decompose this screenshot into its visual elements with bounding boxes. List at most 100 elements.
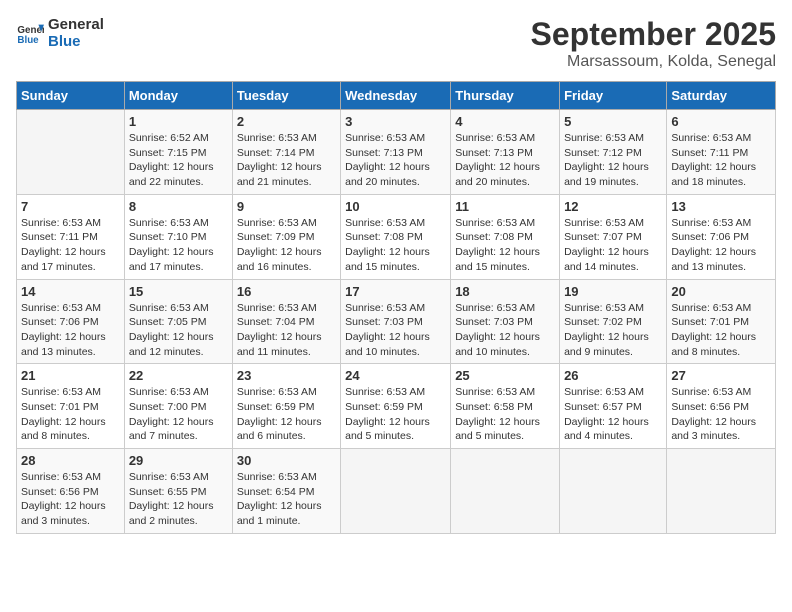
calendar-cell: 13 Sunrise: 6:53 AMSunset: 7:06 PMDayligh… — [667, 194, 776, 279]
day-number: 24 — [345, 368, 446, 383]
day-info: Sunrise: 6:53 AMSunset: 6:59 PMDaylight:… — [237, 385, 336, 444]
day-number: 30 — [237, 453, 336, 468]
day-number: 28 — [21, 453, 120, 468]
day-number: 11 — [455, 199, 555, 214]
calendar-cell: 24 Sunrise: 6:53 AMSunset: 6:59 PMDayligh… — [341, 364, 451, 449]
calendar-week-row: 14 Sunrise: 6:53 AMSunset: 7:06 PMDayligh… — [17, 279, 776, 364]
calendar-cell: 27Sunrise: 6:53 AMSunset: 6:56 PMDayligh… — [667, 364, 776, 449]
calendar-cell: 6 Sunrise: 6:53 AMSunset: 7:11 PMDaylight… — [667, 110, 776, 195]
day-info: Sunrise: 6:53 AMSunset: 7:14 PMDaylight:… — [237, 131, 336, 190]
header-monday: Monday — [124, 82, 232, 110]
calendar-header-row: SundayMondayTuesdayWednesdayThursdayFrid… — [17, 82, 776, 110]
calendar-cell: 16Sunrise: 6:53 AMSunset: 7:04 PMDayligh… — [232, 279, 340, 364]
day-info: Sunrise: 6:53 AMSunset: 7:08 PMDaylight:… — [345, 216, 446, 275]
day-number: 5 — [564, 114, 662, 129]
header-sunday: Sunday — [17, 82, 125, 110]
calendar-cell — [341, 449, 451, 534]
day-number: 18 — [455, 284, 555, 299]
day-number: 19 — [564, 284, 662, 299]
day-info: Sunrise: 6:53 AMSunset: 7:02 PMDaylight:… — [564, 301, 662, 360]
day-info: Sunrise: 6:53 AMSunset: 6:58 PMDaylight:… — [455, 385, 555, 444]
header-saturday: Saturday — [667, 82, 776, 110]
svg-text:Blue: Blue — [17, 35, 39, 46]
day-info: Sunrise: 6:53 AMSunset: 7:00 PMDaylight:… — [129, 385, 228, 444]
calendar-cell: 28Sunrise: 6:53 AMSunset: 6:56 PMDayligh… — [17, 449, 125, 534]
calendar-cell: 21 Sunrise: 6:53 AMSunset: 7:01 PMDayligh… — [17, 364, 125, 449]
calendar-cell: 14 Sunrise: 6:53 AMSunset: 7:06 PMDayligh… — [17, 279, 125, 364]
calendar-week-row: 1 Sunrise: 6:52 AMSunset: 7:15 PMDaylight… — [17, 110, 776, 195]
header-wednesday: Wednesday — [341, 82, 451, 110]
day-number: 10 — [345, 199, 446, 214]
calendar-table: SundayMondayTuesdayWednesdayThursdayFrid… — [16, 81, 776, 534]
day-number: 1 — [129, 114, 228, 129]
day-number: 17 — [345, 284, 446, 299]
logo-icon: General Blue — [16, 19, 44, 47]
day-number: 6 — [671, 114, 771, 129]
logo: General Blue General Blue — [16, 16, 104, 51]
calendar-cell — [667, 449, 776, 534]
calendar-cell: 3 Sunrise: 6:53 AMSunset: 7:13 PMDaylight… — [341, 110, 451, 195]
header-friday: Friday — [560, 82, 667, 110]
day-info: Sunrise: 6:53 AMSunset: 7:01 PMDaylight:… — [21, 385, 120, 444]
calendar-cell: 8Sunrise: 6:53 AMSunset: 7:10 PMDaylight… — [124, 194, 232, 279]
day-number: 23 — [237, 368, 336, 383]
calendar-cell: 20Sunrise: 6:53 AMSunset: 7:01 PMDayligh… — [667, 279, 776, 364]
day-info: Sunrise: 6:53 AMSunset: 6:56 PMDaylight:… — [671, 385, 771, 444]
day-number: 7 — [21, 199, 120, 214]
calendar-cell: 1 Sunrise: 6:52 AMSunset: 7:15 PMDaylight… — [124, 110, 232, 195]
calendar-cell: 22 Sunrise: 6:53 AMSunset: 7:00 PMDayligh… — [124, 364, 232, 449]
day-info: Sunrise: 6:53 AMSunset: 6:54 PMDaylight:… — [237, 470, 336, 529]
calendar-cell: 9Sunrise: 6:53 AMSunset: 7:09 PMDaylight… — [232, 194, 340, 279]
page-title: September 2025 — [531, 16, 776, 53]
day-info: Sunrise: 6:53 AMSunset: 7:07 PMDaylight:… — [564, 216, 662, 275]
day-number: 2 — [237, 114, 336, 129]
header-thursday: Thursday — [451, 82, 560, 110]
day-number: 15 — [129, 284, 228, 299]
calendar-week-row: 28Sunrise: 6:53 AMSunset: 6:56 PMDayligh… — [17, 449, 776, 534]
calendar-cell: 23 Sunrise: 6:53 AMSunset: 6:59 PMDayligh… — [232, 364, 340, 449]
calendar-cell — [451, 449, 560, 534]
day-number: 26 — [564, 368, 662, 383]
header-tuesday: Tuesday — [232, 82, 340, 110]
day-number: 22 — [129, 368, 228, 383]
calendar-cell: 12Sunrise: 6:53 AMSunset: 7:07 PMDayligh… — [560, 194, 667, 279]
day-info: Sunrise: 6:52 AMSunset: 7:15 PMDaylight:… — [129, 131, 228, 190]
calendar-cell: 5 Sunrise: 6:53 AMSunset: 7:12 PMDaylight… — [560, 110, 667, 195]
title-area: September 2025 Marsassoum, Kolda, Senega… — [531, 16, 776, 71]
page-subtitle: Marsassoum, Kolda, Senegal — [531, 53, 776, 71]
calendar-cell: 4 Sunrise: 6:53 AMSunset: 7:13 PMDaylight… — [451, 110, 560, 195]
calendar-cell — [560, 449, 667, 534]
day-info: Sunrise: 6:53 AMSunset: 7:10 PMDaylight:… — [129, 216, 228, 275]
day-number: 3 — [345, 114, 446, 129]
day-info: Sunrise: 6:53 AMSunset: 7:03 PMDaylight:… — [455, 301, 555, 360]
day-info: Sunrise: 6:53 AMSunset: 7:03 PMDaylight:… — [345, 301, 446, 360]
calendar-cell: 15Sunrise: 6:53 AMSunset: 7:05 PMDayligh… — [124, 279, 232, 364]
day-number: 29 — [129, 453, 228, 468]
calendar-cell: 10 Sunrise: 6:53 AMSunset: 7:08 PMDayligh… — [341, 194, 451, 279]
day-info: Sunrise: 6:53 AMSunset: 7:06 PMDaylight:… — [671, 216, 771, 275]
day-number: 21 — [21, 368, 120, 383]
day-number: 13 — [671, 199, 771, 214]
day-number: 4 — [455, 114, 555, 129]
calendar-week-row: 21 Sunrise: 6:53 AMSunset: 7:01 PMDayligh… — [17, 364, 776, 449]
calendar-cell: 7 Sunrise: 6:53 AMSunset: 7:11 PMDaylight… — [17, 194, 125, 279]
calendar-cell: 30 Sunrise: 6:53 AMSunset: 6:54 PMDayligh… — [232, 449, 340, 534]
page-header: General Blue General Blue September 2025… — [16, 16, 776, 71]
calendar-cell — [17, 110, 125, 195]
logo-text-line1: General — [48, 16, 104, 33]
calendar-cell: 2 Sunrise: 6:53 AMSunset: 7:14 PMDaylight… — [232, 110, 340, 195]
day-info: Sunrise: 6:53 AMSunset: 7:13 PMDaylight:… — [345, 131, 446, 190]
day-info: Sunrise: 6:53 AMSunset: 7:08 PMDaylight:… — [455, 216, 555, 275]
day-info: Sunrise: 6:53 AMSunset: 7:12 PMDaylight:… — [564, 131, 662, 190]
day-info: Sunrise: 6:53 AMSunset: 7:11 PMDaylight:… — [21, 216, 120, 275]
calendar-cell: 18 Sunrise: 6:53 AMSunset: 7:03 PMDayligh… — [451, 279, 560, 364]
logo-text-line2: Blue — [48, 33, 104, 50]
day-number: 14 — [21, 284, 120, 299]
calendar-cell: 29Sunrise: 6:53 AMSunset: 6:55 PMDayligh… — [124, 449, 232, 534]
day-info: Sunrise: 6:53 AMSunset: 7:01 PMDaylight:… — [671, 301, 771, 360]
day-info: Sunrise: 6:53 AMSunset: 6:59 PMDaylight:… — [345, 385, 446, 444]
day-info: Sunrise: 6:53 AMSunset: 7:13 PMDaylight:… — [455, 131, 555, 190]
day-info: Sunrise: 6:53 AMSunset: 7:04 PMDaylight:… — [237, 301, 336, 360]
day-info: Sunrise: 6:53 AMSunset: 7:11 PMDaylight:… — [671, 131, 771, 190]
day-info: Sunrise: 6:53 AMSunset: 7:06 PMDaylight:… — [21, 301, 120, 360]
